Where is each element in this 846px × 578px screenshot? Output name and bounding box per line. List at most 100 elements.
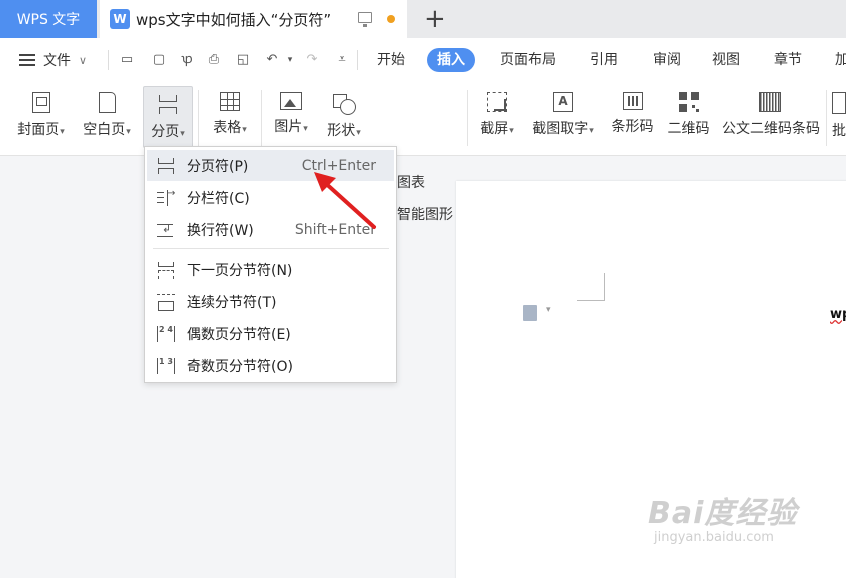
document-tab[interactable]: W wps文字中如何插入“分页符” <box>100 0 407 38</box>
chevron-down-icon: ∨ <box>79 53 88 67</box>
menu-bar: 文件 ∨ ▭ ▢ ꝕ ⎙ ◱ ↶ ▾ ↷ ⩡ 开始 插入 页面布局 引用 审阅 … <box>0 38 846 82</box>
screenshot-icon <box>487 92 507 112</box>
customize-toolbar-icon[interactable]: ⩡ <box>335 53 349 67</box>
file-menu-label: 文件 <box>43 53 71 69</box>
divider <box>357 50 358 70</box>
menu-item-label: 连续分节符(T) <box>187 294 277 311</box>
screenshot-label: 截屏 <box>474 118 520 138</box>
word-doc-icon: W <box>110 9 130 29</box>
shape-label: 形状 <box>320 120 368 140</box>
open-folder-icon[interactable]: ▭ <box>120 53 134 67</box>
chart-label: 图表 <box>397 175 425 191</box>
redo-icon[interactable]: ↷ <box>305 53 319 67</box>
annotation-label: 批 <box>832 123 846 139</box>
monitor-icon[interactable] <box>358 12 372 27</box>
undo-icon[interactable]: ↶ <box>265 53 279 67</box>
tab-review[interactable]: 审阅 <box>643 48 691 72</box>
ocr-text-icon: A <box>553 92 573 112</box>
app-tab[interactable]: WPS 文字 <box>0 0 97 38</box>
margin-corner-mark <box>577 273 605 301</box>
ocr-label: 截图取字 <box>527 118 599 138</box>
print-preview-icon[interactable]: ◱ <box>236 53 250 67</box>
menu-item-label: 换行符(W) <box>187 222 254 239</box>
gov-barcode-icon <box>759 92 781 112</box>
odd-page-section-icon: 1 3 <box>157 357 175 374</box>
page-break-button[interactable]: 分页 <box>143 86 193 148</box>
document-text[interactable]: wps <box>830 307 846 322</box>
paste-options-caret-icon[interactable]: ▾ <box>546 305 551 315</box>
title-bar: WPS 文字 W wps文字中如何插入“分页符” + <box>0 0 846 38</box>
cover-page-label: 封面页 <box>10 119 72 139</box>
tab-home[interactable]: 开始 <box>367 48 415 72</box>
qrcode-label: 二维码 <box>667 121 710 137</box>
save-icon[interactable]: ▢ <box>152 53 166 67</box>
barcode-button[interactable]: 条形码 <box>607 86 659 148</box>
watermark-url: jingyan.baidu.com <box>654 530 774 545</box>
smartart-label: 智能图形 <box>397 207 453 223</box>
cover-page-button[interactable]: 封面页 <box>10 86 72 148</box>
annotation-arrow-icon <box>314 172 376 229</box>
qrcode-button[interactable]: 二维码 <box>665 86 713 148</box>
picture-icon <box>280 92 302 110</box>
document-tab-title: wps文字中如何插入“分页符” <box>136 10 332 29</box>
menu-item-continuous-section[interactable]: 连续分节符(T) <box>147 286 394 317</box>
menu-item-odd-page-section[interactable]: 1 3 奇数页分节符(O) <box>147 350 394 381</box>
even-page-section-icon: 2 4 <box>157 325 175 342</box>
picture-button[interactable]: 图片 <box>268 86 314 148</box>
page-break-icon <box>157 93 179 115</box>
file-menu-button[interactable]: 文件 ∨ <box>19 50 87 70</box>
gov-barcode-label: 公文二维码条码 <box>722 121 820 137</box>
print-icon[interactable]: ⎙ <box>207 53 221 67</box>
picture-label: 图片 <box>268 116 314 136</box>
comment-icon <box>832 92 846 114</box>
paste-options-icon[interactable] <box>523 305 537 321</box>
annotation-button[interactable]: 批 <box>832 86 846 148</box>
qrcode-icon <box>679 92 699 112</box>
table-icon <box>220 92 240 111</box>
menu-item-label: 下一页分节符(N) <box>187 262 293 279</box>
cover-page-icon <box>32 92 50 113</box>
tab-insert[interactable]: 插入 <box>427 48 475 72</box>
blank-page-button[interactable]: 空白页 <box>76 86 138 148</box>
next-page-section-icon <box>157 261 175 279</box>
menu-item-label: 奇数页分节符(O) <box>187 358 293 375</box>
divider <box>108 50 109 70</box>
blank-page-icon <box>98 92 116 113</box>
page-break-label: 分页 <box>144 121 192 141</box>
format-painter-icon[interactable]: ꝕ <box>180 53 194 67</box>
tab-more[interactable]: 加 <box>825 48 846 72</box>
divider <box>261 90 262 146</box>
baidu-watermark: Bai度经验 jingyan.baidu.com <box>648 488 797 545</box>
table-label: 表格 <box>205 117 255 137</box>
screenshot-button[interactable]: 截屏 <box>474 86 520 148</box>
blank-page-label: 空白页 <box>76 119 138 139</box>
barcode-label: 条形码 <box>611 119 654 135</box>
undo-dropdown-icon[interactable]: ▾ <box>283 53 297 67</box>
menu-item-next-page-section[interactable]: 下一页分节符(N) <box>147 254 394 285</box>
divider <box>198 90 199 146</box>
watermark-brand: Bai度经验 <box>648 496 798 531</box>
menu-item-label: 分栏符(C) <box>187 190 250 207</box>
tab-chapter[interactable]: 章节 <box>764 48 812 72</box>
menu-item-label: 分页符(P) <box>187 158 249 175</box>
unsaved-dot-icon <box>387 15 395 23</box>
tab-page-layout[interactable]: 页面布局 <box>490 48 566 72</box>
page-break-icon <box>157 157 175 174</box>
tab-references[interactable]: 引用 <box>580 48 628 72</box>
column-break-icon <box>157 188 175 206</box>
shape-button[interactable]: 形状 <box>320 86 368 148</box>
barcode-icon <box>623 92 643 110</box>
hamburger-icon <box>19 54 35 66</box>
menu-item-even-page-section[interactable]: 2 4 偶数页分节符(E) <box>147 318 394 349</box>
continuous-section-icon <box>157 293 175 311</box>
insert-ribbon: 封面页 空白页 分页 表格 图片 形状 图表 智能图形 截屏 A 截图取字 条形… <box>0 82 846 223</box>
divider <box>826 90 827 146</box>
ocr-button[interactable]: A 截图取字 <box>527 86 599 148</box>
divider <box>467 90 468 146</box>
gov-barcode-button[interactable]: 公文二维码条码 <box>722 86 820 148</box>
shape-icon <box>333 92 356 115</box>
tab-view[interactable]: 视图 <box>702 48 750 72</box>
table-button[interactable]: 表格 <box>205 86 255 148</box>
line-break-icon <box>157 221 175 238</box>
new-tab-plus-icon[interactable]: + <box>424 6 446 32</box>
